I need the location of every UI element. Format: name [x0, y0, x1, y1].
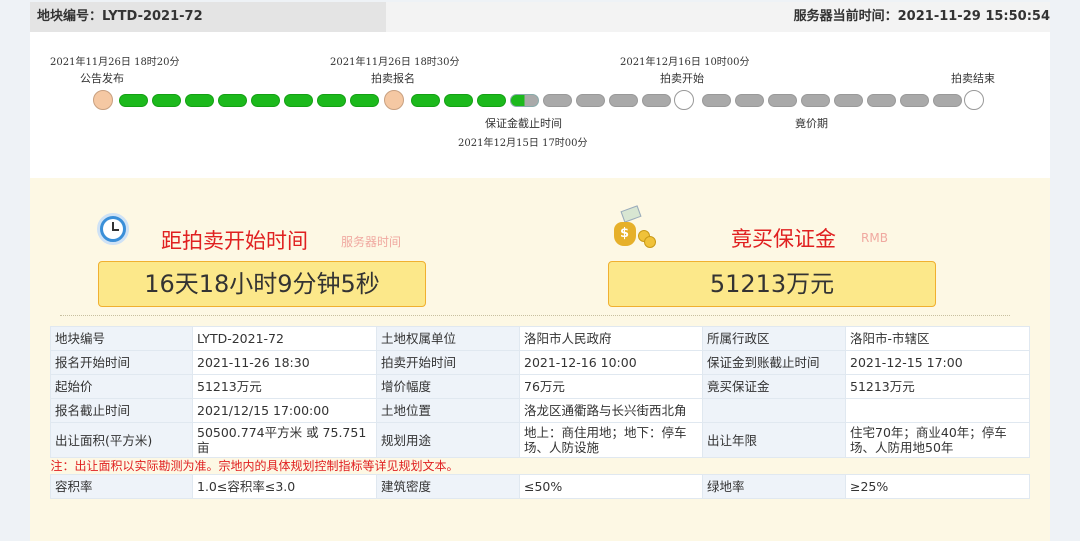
bidding-period-label: 竟价期 — [795, 117, 828, 130]
deposit-title: 竟买保证金 — [731, 227, 836, 251]
field-value: 2021-11-26 18:30 — [192, 350, 377, 375]
field-value: 2021-12-15 17:00 — [845, 350, 1030, 375]
table-row: 注：出让面积以实际勘测为准。宗地内的具体规划控制指标等详见规划文本。 — [51, 458, 1030, 475]
field-label: 绿地率 — [702, 474, 846, 499]
land-detail-table: 地块编号 LYTD-2021-72 土地权属单位 洛阳市人民政府 所属行政区 洛… — [50, 326, 1030, 499]
field-value: 住宅70年；商业40年；停车场、人防用地50年 — [845, 422, 1030, 458]
server-time-label: 服务器当前时间：2021-11-29 15:50:54 — [793, 9, 1050, 24]
field-value: ≤50% — [519, 474, 703, 499]
divider — [60, 315, 1010, 316]
progress-segment-done — [251, 94, 280, 107]
field-label — [702, 398, 846, 423]
field-value: 洛阳市人民政府 — [519, 326, 703, 351]
field-value: 50500.774平方米 或 75.751亩 — [192, 422, 377, 458]
area-note: 注：出让面积以实际勘测为准。宗地内的具体规划控制指标等详见规划文本。 — [50, 459, 459, 473]
progress-segment-current — [510, 94, 539, 107]
field-value: 2021/12/15 17:00:00 — [192, 398, 377, 423]
progress-segment-pending — [801, 94, 830, 107]
field-label: 规划用途 — [376, 422, 520, 458]
deposit-deadline-label: 保证金截止时间 — [485, 117, 562, 130]
progress-segment-pending — [576, 94, 605, 107]
table-row: 起始价 51213万元 增价幅度 76万元 竟买保证金 51213万元 — [50, 374, 1030, 399]
progress-segment-done — [152, 94, 181, 107]
field-label: 竟买保证金 — [702, 374, 846, 399]
field-label: 出让面积(平方米) — [50, 422, 193, 458]
progress-segment-pending — [543, 94, 572, 107]
field-label: 拍卖开始时间 — [376, 350, 520, 375]
progress-segment-done — [284, 94, 313, 107]
progress-segment-done — [350, 94, 379, 107]
countdown-value: 16天18小时9分钟5秒 — [98, 261, 426, 307]
progress-segment-done — [218, 94, 247, 107]
auction-page: 地块编号：LYTD-2021-72 服务器当前时间：2021-11-29 15:… — [0, 0, 1080, 541]
milestone-node-pending — [674, 90, 694, 110]
field-label: 土地位置 — [376, 398, 520, 423]
deposit-deadline-date: 2021年12月15日 17时00分 — [458, 138, 588, 149]
milestone-label: 拍卖开始 — [660, 72, 704, 85]
auction-progress-timeline: 2021年11月26日 18时20分 公告发布 2021年11月26日 18时3… — [30, 32, 1050, 178]
milestone-date: 2021年12月16日 10时00分 — [620, 57, 750, 68]
progress-segment-done — [185, 94, 214, 107]
milestone-node-passed — [384, 90, 404, 110]
header-bar: 地块编号：LYTD-2021-72 服务器当前时间：2021-11-29 15:… — [30, 2, 1050, 32]
progress-segment-done — [119, 94, 148, 107]
progress-segment-pending — [735, 94, 764, 107]
progress-segment-pending — [609, 94, 638, 107]
progress-segment-done — [477, 94, 506, 107]
field-value: 51213万元 — [192, 374, 377, 399]
progress-segment-pending — [900, 94, 929, 107]
progress-segment-pending — [933, 94, 962, 107]
progress-segment-done — [411, 94, 440, 107]
money-bag-icon: $ — [612, 205, 658, 250]
field-label: 保证金到账截止时间 — [702, 350, 846, 375]
progress-segment-pending — [768, 94, 797, 107]
countdown-title: 距拍卖开始时间 — [161, 229, 308, 253]
field-value: 76万元 — [519, 374, 703, 399]
auction-info-panel: 距拍卖开始时间 服务器时间 16天18小时9分钟5秒 $ 竟买保证金 RMB 5… — [30, 178, 1050, 541]
field-value: 洛阳市-市辖区 — [845, 326, 1030, 351]
field-label: 所属行政区 — [702, 326, 846, 351]
milestone-label: 拍卖报名 — [371, 72, 415, 85]
table-row: 地块编号 LYTD-2021-72 土地权属单位 洛阳市人民政府 所属行政区 洛… — [50, 326, 1030, 351]
clock-icon — [97, 213, 129, 245]
progress-segment-pending — [702, 94, 731, 107]
field-label: 报名截止时间 — [50, 398, 193, 423]
field-value: 2021-12-16 10:00 — [519, 350, 703, 375]
field-label: 土地权属单位 — [376, 326, 520, 351]
field-label: 容积率 — [50, 474, 193, 499]
field-value: 洛龙区通衢路与长兴街西北角 — [519, 398, 703, 423]
table-row: 容积率 1.0≤容积率≤3.0 建筑密度 ≤50% 绿地率 ≥25% — [50, 474, 1030, 499]
deposit-currency: RMB — [861, 231, 888, 245]
milestone-node-pending — [964, 90, 984, 110]
table-row: 报名开始时间 2021-11-26 18:30 拍卖开始时间 2021-12-1… — [50, 350, 1030, 375]
milestone-date: 2021年11月26日 18时20分 — [50, 57, 180, 68]
field-value: LYTD-2021-72 — [192, 326, 377, 351]
field-label: 建筑密度 — [376, 474, 520, 499]
progress-segment-pending — [867, 94, 896, 107]
field-label: 报名开始时间 — [50, 350, 193, 375]
field-label: 出让年限 — [702, 422, 846, 458]
plot-number-label: 地块编号：LYTD-2021-72 — [30, 2, 386, 32]
progress-segment-done — [317, 94, 346, 107]
field-value: 1.0≤容积率≤3.0 — [192, 474, 377, 499]
countdown-subtitle: 服务器时间 — [341, 235, 402, 249]
field-value: 51213万元 — [845, 374, 1030, 399]
progress-segment-pending — [642, 94, 671, 107]
field-label: 地块编号 — [50, 326, 193, 351]
milestone-node-passed — [93, 90, 113, 110]
deposit-value: 51213万元 — [608, 261, 936, 307]
field-value — [845, 398, 1030, 423]
milestone-date: 2021年11月26日 18时30分 — [330, 57, 460, 68]
table-row: 报名截止时间 2021/12/15 17:00:00 土地位置 洛龙区通衢路与长… — [50, 398, 1030, 423]
field-value: ≥25% — [845, 474, 1030, 499]
milestone-label: 拍卖结束 — [951, 72, 995, 85]
progress-segment-pending — [834, 94, 863, 107]
field-label: 起始价 — [50, 374, 193, 399]
progress-segment-done — [444, 94, 473, 107]
table-row: 出让面积(平方米) 50500.774平方米 或 75.751亩 规划用途 地上… — [50, 422, 1030, 458]
field-label: 增价幅度 — [376, 374, 520, 399]
field-value: 地上：商住用地；地下：停车场、人防设施 — [519, 422, 703, 458]
milestone-label: 公告发布 — [80, 72, 124, 85]
